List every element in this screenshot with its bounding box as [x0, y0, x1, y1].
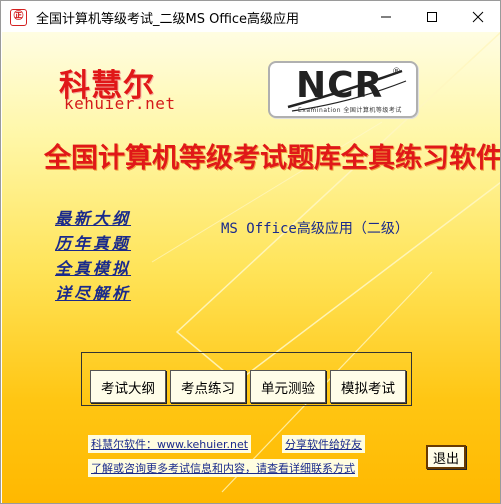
ncre-logo: NCR ® Examination 全国计算机等级考试 — [268, 61, 418, 118]
maximize-icon — [427, 11, 437, 22]
feature-item[interactable]: 最新大纲 — [55, 206, 131, 231]
window-title: 全国计算机等级考试_二级MS Office高级应用 — [36, 12, 300, 27]
exit-button[interactable]: 退出 — [426, 445, 466, 469]
ncre-logo-subtext: Examination 全国计算机等级考试 — [298, 107, 402, 114]
minimize-icon — [381, 16, 391, 17]
contact-info-link[interactable]: 了解或咨询更多考试信息和内容，请查看详细联系方式 — [88, 459, 358, 477]
ncre-logo-text: NCR — [296, 65, 384, 106]
close-button[interactable] — [455, 1, 500, 32]
feature-list: 最新大纲 历年真题 全真模拟 详尽解析 — [55, 206, 131, 306]
splash-panel: 科慧尔 kehuier.net NCR ® Examination 全国计算机等… — [2, 32, 501, 503]
minimize-button[interactable] — [363, 1, 409, 32]
subject-label: MS Office高级应用（二级） — [221, 221, 409, 237]
unit-test-button[interactable]: 单元测验 — [250, 370, 326, 403]
maximize-button[interactable] — [409, 1, 455, 32]
practice-button[interactable]: 考点练习 — [170, 370, 246, 403]
feature-item[interactable]: 历年真题 — [55, 231, 131, 256]
share-link[interactable]: 分享软件给好友 — [282, 435, 365, 453]
feature-item[interactable]: 全真模拟 — [55, 256, 131, 281]
app-icon: ㊣ — [10, 9, 27, 26]
close-icon — [472, 11, 484, 22]
website-link[interactable]: 科慧尔软件：www.kehuier.net — [88, 435, 252, 453]
mock-exam-button[interactable]: 模拟考试 — [330, 370, 406, 403]
registered-mark: ® — [392, 67, 401, 77]
feature-item[interactable]: 详尽解析 — [55, 281, 131, 306]
title-bar[interactable]: ㊣ 全国计算机等级考试_二级MS Office高级应用 — [1, 1, 500, 32]
syllabus-button[interactable]: 考试大纲 — [90, 370, 166, 403]
brand-url: kehuier.net — [64, 94, 176, 113]
main-title: 全国计算机等级考试题库全真练习软件 — [44, 143, 501, 174]
app-window: ㊣ 全国计算机等级考试_二级MS Office高级应用 科慧尔 kehuier.… — [0, 0, 501, 504]
